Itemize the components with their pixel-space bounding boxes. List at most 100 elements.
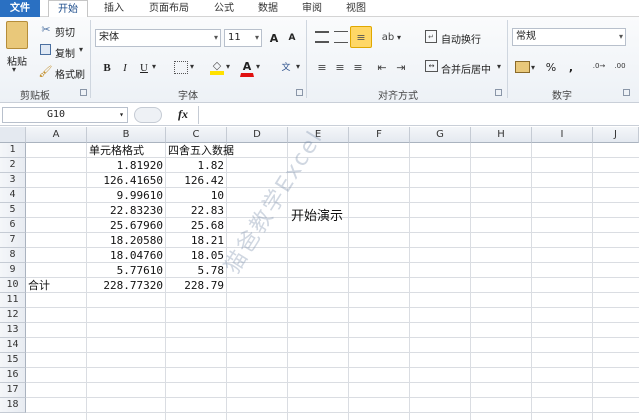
font-color-button[interactable]: A (240, 59, 254, 77)
borders-dropdown-icon[interactable]: ▾ (190, 62, 194, 71)
underline-dropdown-icon[interactable]: ▾ (152, 62, 156, 71)
paste-dropdown-icon[interactable]: ▾ (12, 65, 16, 74)
row-header[interactable]: 11 (0, 293, 26, 308)
formula-input[interactable] (198, 106, 639, 124)
row-header[interactable]: 12 (0, 308, 26, 323)
row-header[interactable]: 7 (0, 233, 26, 248)
grow-font-button[interactable]: A (266, 29, 282, 47)
cell-c2[interactable]: 1.82 (166, 158, 227, 173)
wrap-text-button[interactable]: 自动换行 (441, 31, 481, 46)
copy-button[interactable]: 复制 (55, 45, 75, 60)
cell-c4[interactable]: 10 (166, 188, 227, 203)
column-header-g[interactable]: G (410, 127, 471, 143)
row-header[interactable]: 1 (0, 143, 26, 158)
cell-c3[interactable]: 126.42 (166, 173, 227, 188)
shrink-font-button[interactable]: A (284, 29, 300, 47)
format-painter-button[interactable]: 格式刷 (55, 66, 85, 81)
row-header[interactable]: 8 (0, 248, 26, 263)
row-header[interactable]: 17 (0, 383, 26, 398)
orientation-icon[interactable]: ab (380, 31, 396, 43)
alignment-launcher-icon[interactable] (495, 89, 502, 96)
tab-insert[interactable]: 插入 (96, 0, 132, 17)
tab-data[interactable]: 数据 (250, 0, 286, 17)
increase-decimal-icon[interactable]: .0→ (591, 59, 607, 73)
font-color-dropdown-icon[interactable]: ▾ (256, 62, 260, 71)
align-top-icon[interactable] (315, 31, 329, 43)
align-center-icon[interactable]: ≡ (333, 61, 347, 74)
tab-file[interactable]: 文件 (0, 0, 40, 17)
tab-review[interactable]: 审阅 (294, 0, 330, 17)
cell-c6[interactable]: 25.68 (166, 218, 227, 233)
comma-button[interactable]: , (564, 58, 578, 76)
cell-b3[interactable]: 126.41650 (87, 173, 166, 188)
increase-indent-icon[interactable]: ⇥ (394, 61, 408, 74)
row-header[interactable]: 16 (0, 368, 26, 383)
cell-c10[interactable]: 228.79 (166, 278, 227, 293)
worksheet-grid[interactable]: A B C D E F G H I J 1 2 3 4 5 6 7 8 9 10… (0, 127, 639, 420)
cell-b6[interactable]: 25.67960 (87, 218, 166, 233)
align-bottom-icon[interactable]: ≡ (350, 26, 372, 48)
cell-b9[interactable]: 5.77610 (87, 263, 166, 278)
decrease-decimal-icon[interactable]: .00 (612, 59, 628, 73)
row-header[interactable]: 4 (0, 188, 26, 203)
merge-center-button[interactable]: 合并后居中 (441, 61, 491, 76)
align-right-icon[interactable]: ≡ (351, 61, 365, 74)
bold-button[interactable]: B (99, 59, 115, 77)
underline-button[interactable]: U (136, 59, 152, 77)
merge-center-icon[interactable]: ↔ (425, 60, 438, 72)
format-painter-icon[interactable]: 🖌 (39, 65, 53, 78)
align-middle-icon[interactable] (334, 31, 348, 43)
row-header[interactable]: 5 (0, 203, 26, 218)
cell-a10[interactable]: 合计 (26, 278, 87, 293)
column-header-a[interactable]: A (26, 127, 87, 143)
column-header-b[interactable]: B (87, 127, 166, 143)
paste-button-label[interactable]: 粘贴 (7, 53, 27, 68)
tab-home[interactable]: 开始 (48, 0, 88, 18)
select-all-corner[interactable] (0, 127, 26, 143)
currency-icon[interactable] (515, 61, 530, 73)
cell-b1[interactable]: 单元格格式 (87, 143, 166, 158)
row-header[interactable]: 10 (0, 278, 26, 293)
align-left-icon[interactable]: ≡ (315, 61, 329, 74)
row-header[interactable]: 15 (0, 353, 26, 368)
orientation-dropdown-icon[interactable]: ▾ (397, 33, 401, 42)
insert-function-button[interactable]: fx (178, 107, 188, 122)
tab-formulas[interactable]: 公式 (206, 0, 242, 17)
number-launcher-icon[interactable] (623, 89, 630, 96)
column-header-i[interactable]: I (532, 127, 593, 143)
column-header-c[interactable]: C (166, 127, 227, 143)
cell-b8[interactable]: 18.04760 (87, 248, 166, 263)
font-name-combo[interactable]: 宋体 ▾ (95, 29, 221, 47)
tab-view[interactable]: 视图 (338, 0, 374, 17)
column-header-d[interactable]: D (227, 127, 288, 143)
row-header[interactable]: 13 (0, 323, 26, 338)
column-header-j[interactable]: J (593, 127, 639, 143)
cell-c5[interactable]: 22.83 (166, 203, 227, 218)
phonetic-dropdown-icon[interactable]: ▾ (296, 62, 300, 71)
cell-c1[interactable]: 四舍五入数据 (166, 143, 256, 158)
font-size-combo[interactable]: 11 ▾ (224, 29, 262, 47)
font-launcher-icon[interactable] (296, 89, 303, 96)
phonetic-button[interactable]: 文 (276, 57, 296, 75)
paste-icon[interactable] (6, 21, 28, 49)
tab-page-layout[interactable]: 页面布局 (140, 0, 198, 17)
decrease-indent-icon[interactable]: ⇤ (375, 61, 389, 74)
cell-c9[interactable]: 5.78 (166, 263, 227, 278)
cell-b4[interactable]: 9.99610 (87, 188, 166, 203)
row-header[interactable]: 9 (0, 263, 26, 278)
cell-b7[interactable]: 18.20580 (87, 233, 166, 248)
fill-color-icon[interactable]: ◇ (210, 59, 224, 75)
fill-color-dropdown-icon[interactable]: ▾ (226, 62, 230, 71)
cut-button[interactable]: 剪切 (55, 24, 75, 39)
cell-b2[interactable]: 1.81920 (87, 158, 166, 173)
percent-button[interactable]: % (543, 58, 559, 76)
cell-b10[interactable]: 228.77320 (87, 278, 166, 293)
cell-c7[interactable]: 18.21 (166, 233, 227, 248)
copy-icon[interactable] (40, 44, 51, 55)
cut-icon[interactable]: ✂ (40, 23, 52, 36)
merge-dropdown-icon[interactable]: ▾ (497, 62, 501, 71)
name-box[interactable]: G10 ▾ (2, 107, 128, 123)
cell-b5[interactable]: 22.83230 (87, 203, 166, 218)
currency-dropdown-icon[interactable]: ▾ (531, 63, 535, 72)
column-header-f[interactable]: F (349, 127, 410, 143)
